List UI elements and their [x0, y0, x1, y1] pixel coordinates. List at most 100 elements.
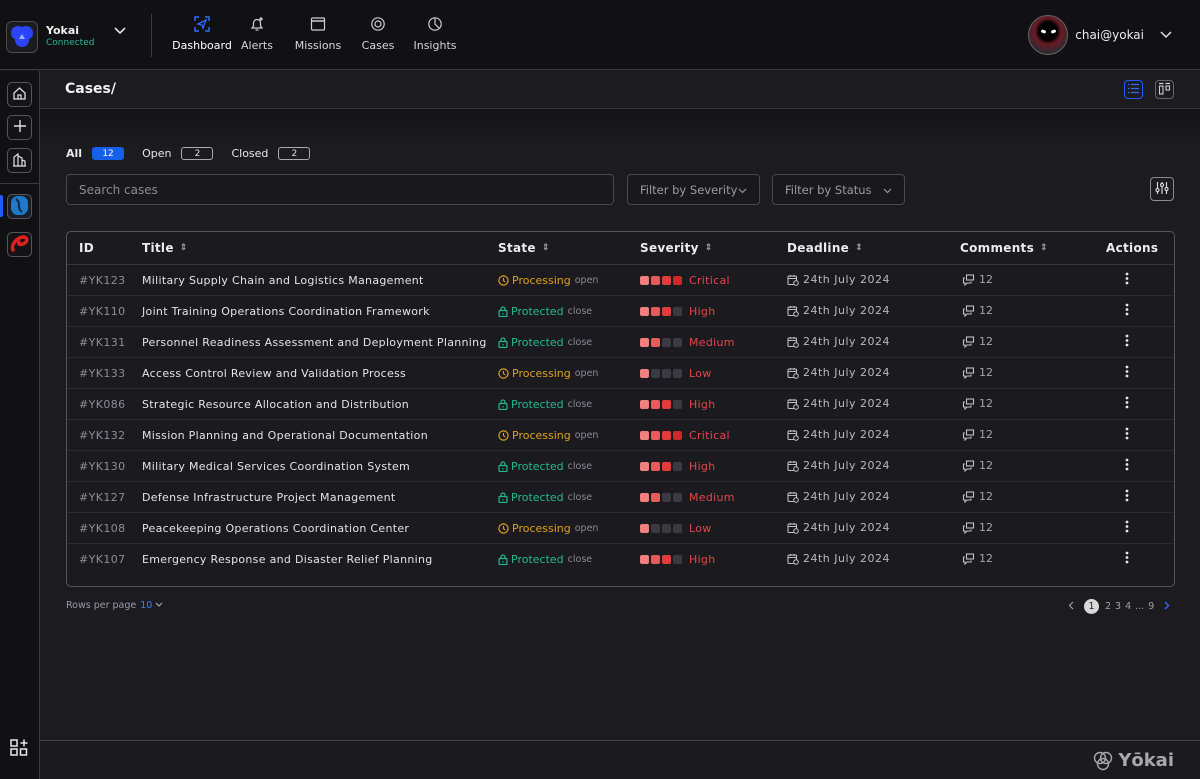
chevron-down-icon[interactable]: [114, 24, 126, 38]
row-actions-menu[interactable]: [1125, 551, 1129, 567]
clock-icon: [498, 368, 509, 379]
column-header-severity[interactable]: Severity ⇕: [640, 241, 713, 255]
state-sub-label: close: [567, 492, 593, 503]
comments-count[interactable]: 12: [962, 304, 993, 317]
row-actions-menu[interactable]: [1125, 520, 1129, 536]
row-actions-menu[interactable]: [1125, 303, 1129, 319]
comments-count[interactable]: 12: [962, 490, 993, 503]
severity-indicator: Medium: [640, 491, 735, 504]
case-title[interactable]: Personnel Readiness Assessment and Deplo…: [142, 336, 487, 349]
chevron-down-icon[interactable]: [155, 600, 163, 611]
severity-level-box: [673, 462, 682, 471]
row-actions-menu[interactable]: [1125, 427, 1129, 443]
state-badge: Processing open: [498, 367, 598, 380]
severity-level-box: [662, 400, 671, 409]
table-row[interactable]: #YK131 Personnel Readiness Assessment an…: [67, 327, 1174, 358]
row-actions-menu[interactable]: [1125, 458, 1129, 474]
comments-count[interactable]: 12: [962, 428, 993, 441]
state-sub-label: open: [574, 430, 599, 441]
deadline-date: 24th July 2024: [803, 397, 891, 410]
organization-button[interactable]: [7, 148, 32, 173]
page-button[interactable]: 1: [1084, 599, 1099, 614]
search-input[interactable]: [66, 174, 614, 205]
case-title[interactable]: Access Control Review and Validation Pro…: [142, 367, 406, 380]
table-row[interactable]: #YK133 Access Control Review and Validat…: [67, 358, 1174, 389]
state-label: Processing: [512, 429, 571, 442]
home-button[interactable]: [7, 82, 32, 107]
case-title[interactable]: Defense Infrastructure Project Managemen…: [142, 491, 396, 504]
list-view-button[interactable]: [1124, 80, 1143, 99]
table-row[interactable]: #YK107 Emergency Response and Disaster R…: [67, 544, 1174, 575]
table-row[interactable]: #YK110 Joint Training Operations Coordin…: [67, 296, 1174, 327]
severity-level-box: [662, 276, 671, 285]
table-row[interactable]: #YK130 Military Medical Services Coordin…: [67, 451, 1174, 482]
tab-all[interactable]: All 12: [66, 147, 125, 160]
nav-insights[interactable]: Insights: [400, 14, 470, 52]
rows-per-page-select[interactable]: 10: [140, 600, 152, 611]
column-header-title[interactable]: Title ⇕: [142, 241, 188, 255]
case-title[interactable]: Military Medical Services Coordination S…: [142, 460, 410, 473]
comments-count[interactable]: 12: [962, 397, 993, 410]
table-row[interactable]: #YK132 Mission Planning and Operational …: [67, 420, 1174, 451]
nav-missions[interactable]: Missions: [280, 14, 356, 52]
apps-button[interactable]: [9, 738, 29, 761]
tab-closed[interactable]: Closed 2: [231, 147, 311, 160]
column-header-comments[interactable]: Comments ⇕: [960, 241, 1048, 255]
lock-icon: [498, 492, 508, 503]
severity-level-box: [673, 555, 682, 564]
nav-dashboard[interactable]: Dashboard: [170, 14, 234, 52]
workspace-shortcut-1[interactable]: [7, 194, 32, 219]
state-label: Processing: [512, 274, 571, 287]
table-row[interactable]: #YK086 Strategic Resource Allocation and…: [67, 389, 1174, 420]
severity-indicator: Low: [640, 522, 712, 535]
next-page-button[interactable]: [1164, 601, 1170, 613]
page-button[interactable]: 3: [1115, 601, 1121, 612]
row-actions-menu[interactable]: [1125, 489, 1129, 505]
severity-label: High: [689, 553, 716, 566]
tab-open[interactable]: Open 2: [142, 147, 214, 160]
table-row[interactable]: #YK123 Military Supply Chain and Logisti…: [67, 265, 1174, 296]
case-title[interactable]: Emergency Response and Disaster Relief P…: [142, 553, 433, 566]
add-button[interactable]: [7, 115, 32, 140]
prev-page-button[interactable]: [1068, 601, 1074, 613]
case-title[interactable]: Military Supply Chain and Logistics Mana…: [142, 274, 424, 287]
page-button[interactable]: 2: [1105, 601, 1111, 612]
state-badge: Processing open: [498, 522, 598, 535]
workspace-switcher[interactable]: Yokai Connected: [6, 21, 94, 53]
row-actions-menu[interactable]: [1125, 365, 1129, 381]
nav-alerts[interactable]: Alerts: [234, 14, 280, 52]
case-title[interactable]: Mission Planning and Operational Documen…: [142, 429, 428, 442]
nav-cases[interactable]: Cases: [356, 14, 400, 52]
severity-filter-dropdown[interactable]: Filter by Severity: [627, 174, 760, 205]
page-button[interactable]: 4: [1125, 601, 1131, 612]
table-row[interactable]: #YK108 Peacekeeping Operations Coordinat…: [67, 513, 1174, 544]
tab-label: Closed: [231, 147, 269, 160]
case-title[interactable]: Peacekeeping Operations Coordination Cen…: [142, 522, 409, 535]
clock-icon: [498, 430, 509, 441]
comments-count[interactable]: 12: [962, 335, 993, 348]
workspace-shortcut-2[interactable]: [7, 232, 32, 257]
case-title[interactable]: Strategic Resource Allocation and Distri…: [142, 398, 409, 411]
comments-count[interactable]: 12: [962, 366, 993, 379]
status-filter-dropdown[interactable]: Filter by Status: [772, 174, 905, 205]
comments-count[interactable]: 12: [962, 273, 993, 286]
row-actions-menu[interactable]: [1125, 396, 1129, 412]
column-settings-button[interactable]: [1150, 177, 1174, 201]
user-menu[interactable]: chai@yokai: [1028, 15, 1172, 55]
row-actions-menu[interactable]: [1125, 334, 1129, 350]
comments-count[interactable]: 12: [962, 521, 993, 534]
case-title[interactable]: Joint Training Operations Coordination F…: [142, 305, 430, 318]
row-actions-menu[interactable]: [1125, 272, 1129, 288]
sort-icon: ⇕: [1040, 243, 1048, 253]
severity-indicator: High: [640, 305, 715, 318]
column-header-deadline[interactable]: Deadline ⇕: [787, 241, 863, 255]
page-button[interactable]: 9: [1148, 601, 1154, 612]
table-row[interactable]: #YK127 Defense Infrastructure Project Ma…: [67, 482, 1174, 513]
comments-count[interactable]: 12: [962, 552, 993, 565]
board-view-button[interactable]: [1155, 80, 1174, 99]
column-header-id: ID: [79, 241, 95, 255]
airtel-logo-icon: [10, 234, 29, 255]
comments-count[interactable]: 12: [962, 459, 993, 472]
state-label: Protected: [511, 305, 564, 318]
column-header-state[interactable]: State ⇕: [498, 241, 550, 255]
